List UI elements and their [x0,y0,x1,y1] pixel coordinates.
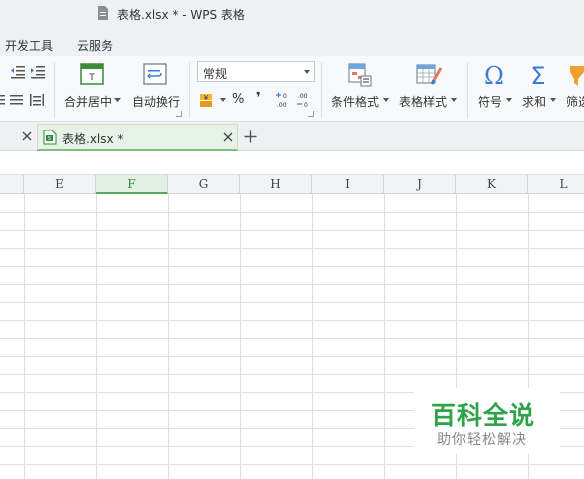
column-header-j[interactable]: J [384,175,456,194]
decrease-decimal-icon[interactable]: .00 0 [296,91,312,109]
watermark: 百科全说 助你轻松解决 [414,388,560,454]
column-header-i[interactable]: I [312,175,384,194]
svg-text:Ω: Ω [484,62,504,88]
decrease-indent-icon[interactable] [10,65,26,79]
spreadsheet-file-icon [98,6,108,20]
column-header[interactable] [0,175,24,194]
filter-button[interactable]: 筛选 [566,93,584,110]
menu-tab-cloud-services[interactable]: 云服务 [77,37,113,54]
watermark-subtitle: 助你轻松解决 [437,432,527,448]
align-justify-icon[interactable] [10,94,24,106]
formula-bar[interactable] [0,151,584,175]
wrap-text-button[interactable]: 自动换行 [132,93,180,110]
conditional-format-icon[interactable] [348,63,372,87]
chevron-down-icon[interactable] [220,98,226,102]
sigma-sum-icon[interactable]: Σ [526,62,550,88]
svg-text:0: 0 [304,102,308,109]
svg-text:.00: .00 [298,93,308,100]
close-tab-icon[interactable] [223,132,233,142]
chevron-down-icon[interactable] [550,98,556,102]
number-format-select[interactable]: 常规 [197,61,315,82]
menu-tab-developer-tools[interactable]: 开发工具 [5,37,53,54]
conditional-format-button[interactable]: 条件格式 [331,93,379,110]
svg-text:T: T [88,73,95,83]
new-tab-plus-icon[interactable] [244,130,257,143]
number-format-value: 常规 [203,67,228,81]
chevron-down-icon [304,70,310,74]
omega-symbol-icon[interactable]: Ω [481,62,507,88]
ribbon-separator [321,62,322,118]
currency-icon[interactable]: ¥ [199,92,217,108]
chevron-down-icon[interactable] [506,98,512,102]
window-title: 表格.xlsx * - WPS 表格 [117,8,245,22]
merge-center-icon[interactable]: T [80,62,104,86]
increase-indent-icon[interactable] [30,65,46,79]
symbol-button[interactable]: 符号 [478,93,502,110]
column-header-g[interactable]: G [168,175,240,194]
column-header-l[interactable]: L [528,175,584,194]
alignment-dialog-launcher[interactable] [176,111,182,117]
column-header-k[interactable]: K [456,175,528,194]
svg-text:.00: .00 [277,102,287,109]
percent-style-button[interactable]: % [232,92,244,107]
merge-center-button[interactable]: 合并居中 [64,93,112,110]
table-style-button[interactable]: 表格样式 [399,93,447,110]
document-tab[interactable]: S 表格.xlsx * [37,124,238,151]
sum-button[interactable]: 求和 [522,93,546,110]
ribbon-separator [467,62,468,118]
column-header-h[interactable]: H [240,175,312,194]
close-icon[interactable] [22,131,32,141]
column-header-f[interactable]: F [96,175,168,194]
filter-funnel-icon[interactable] [568,62,584,88]
distributed-align-icon[interactable] [29,93,45,107]
wrap-text-icon[interactable] [143,62,167,86]
number-format-dialog-launcher[interactable] [308,111,314,117]
svg-text:S: S [48,136,51,142]
chevron-down-icon[interactable] [114,98,121,102]
increase-decimal-icon[interactable]: 0 .00 [275,91,291,109]
column-header-row: EFGHIJKL [0,175,584,194]
watermark-title: 百科全说 [431,401,536,430]
ribbon-separator [54,62,55,118]
svg-text:Σ: Σ [530,62,545,88]
document-tab-label: 表格.xlsx * [62,132,124,146]
title-bar: 表格.xlsx * - WPS 表格 [0,0,584,30]
comma-style-button[interactable]: ❜ [256,90,261,106]
chevron-down-icon[interactable] [383,98,389,102]
svg-text:¥: ¥ [204,94,209,102]
column-header-e[interactable]: E [24,175,96,194]
svg-text:0: 0 [283,93,287,100]
table-style-icon[interactable] [416,62,442,88]
ribbon-separator [189,62,190,118]
spreadsheet-file-icon: S [43,130,57,145]
align-left-icon[interactable] [0,94,6,106]
chevron-down-icon[interactable] [451,98,457,102]
